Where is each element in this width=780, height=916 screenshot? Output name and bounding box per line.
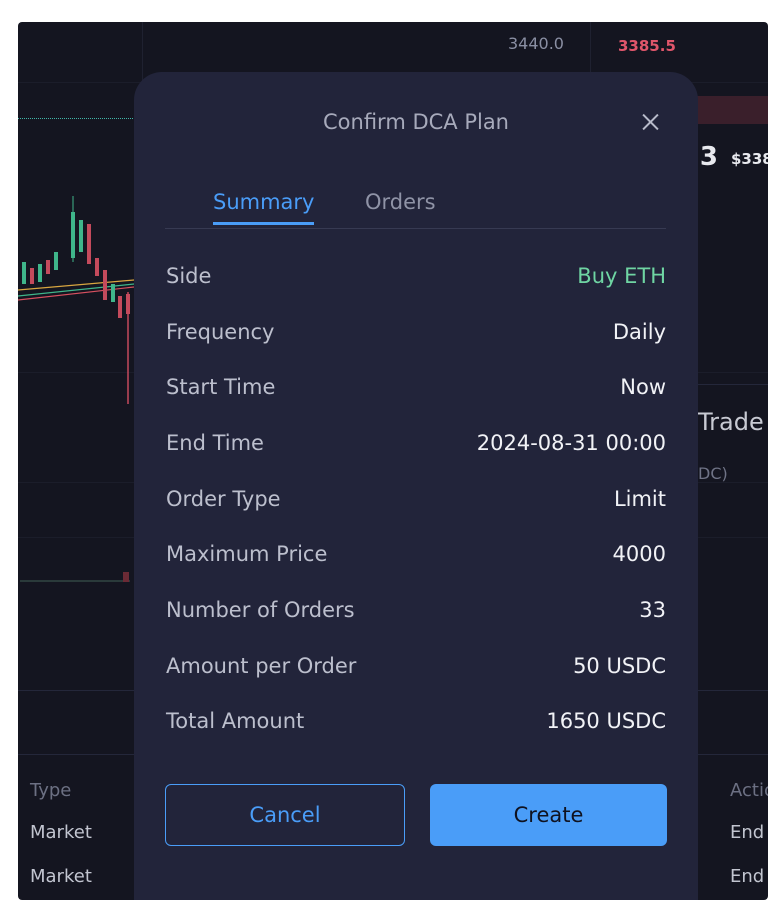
candle [118,296,122,318]
orderbook-ask-price: 3385.5 [618,37,676,55]
divider [690,384,768,385]
candle [30,268,34,284]
row-label: Total Amount [166,709,305,734]
summary-row-maximum-price: Maximum Price 4000 [166,526,666,582]
summary-row-amount-per-order: Amount per Order 50 USDC [166,638,666,694]
table-cell-type: Market [30,866,92,887]
orderbook-ask-depth [688,96,768,124]
create-button[interactable]: Create [430,784,667,846]
summary-row-order-type: Order Type Limit [166,471,666,527]
table-header-action: Actio [730,780,768,801]
row-label: Number of Orders [166,597,355,622]
row-value: Now [620,375,666,400]
cancel-button[interactable]: Cancel [165,784,405,846]
row-value: Limit [613,486,666,511]
modal-tabs: Summary Orders [165,190,666,229]
row-label: Maximum Price [166,542,328,567]
candles [20,196,130,582]
row-label: Side [166,263,212,288]
candle [38,264,42,282]
candle [111,284,115,302]
table-cell-action[interactable]: End [730,866,764,887]
summary-row-total-amount: Total Amount 1650 USDC [166,694,666,750]
moving-average-line [18,283,134,297]
candle [95,258,99,276]
candle [87,224,91,264]
tab-summary[interactable]: Summary [213,190,315,225]
row-value: 2024-08-31 00:00 [476,430,666,455]
table-cell-action[interactable]: End [730,822,764,843]
summary-row-number-of-orders: Number of Orders 33 [166,582,666,638]
candlestick-chart [18,196,134,582]
summary-row-side: Side Buy ETH [166,248,666,304]
row-label: Amount per Order [166,653,357,678]
row-label: End Time [166,430,264,455]
candle [46,260,50,274]
trading-app: 3440.0 3385.5 .3 $338 Trade DC) Type Act… [18,22,768,900]
row-label: Order Type [166,486,281,511]
modal-title: Confirm DCA Plan [323,110,509,134]
trade-panel-title: Trade [698,408,764,436]
candle [79,220,83,252]
summary-list: Side Buy ETH Frequency Daily Start Time … [166,248,666,749]
last-price-usd: $338 [731,150,768,168]
summary-row-start-time: Start Time Now [166,359,666,415]
volume-bars [20,580,130,582]
price-line [18,118,133,119]
summary-row-end-time: End Time 2024-08-31 00:00 [166,415,666,471]
row-value: 50 USDC [573,653,666,678]
candle [54,252,58,270]
table-header-type: Type [30,780,72,801]
candle [126,294,130,314]
volume-bar [123,572,129,582]
row-value: Buy ETH [577,263,666,288]
confirm-dca-modal: Confirm DCA Plan Summary Orders Side Buy… [134,72,698,900]
trade-panel-subtitle: DC) [698,464,728,483]
candle [71,212,75,258]
summary-row-frequency: Frequency Daily [166,304,666,360]
candle [103,270,107,300]
close-icon[interactable] [638,110,662,134]
tab-orders[interactable]: Orders [365,190,436,222]
row-label: Start Time [166,375,276,400]
table-cell-type: Market [30,822,92,843]
row-value: 4000 [612,542,666,567]
row-value: 33 [639,597,666,622]
row-value: Daily [612,319,666,344]
candle [22,262,26,284]
row-label: Frequency [166,319,275,344]
row-value: 1650 USDC [546,709,666,734]
price-axis-label: 3440.0 [508,34,564,53]
